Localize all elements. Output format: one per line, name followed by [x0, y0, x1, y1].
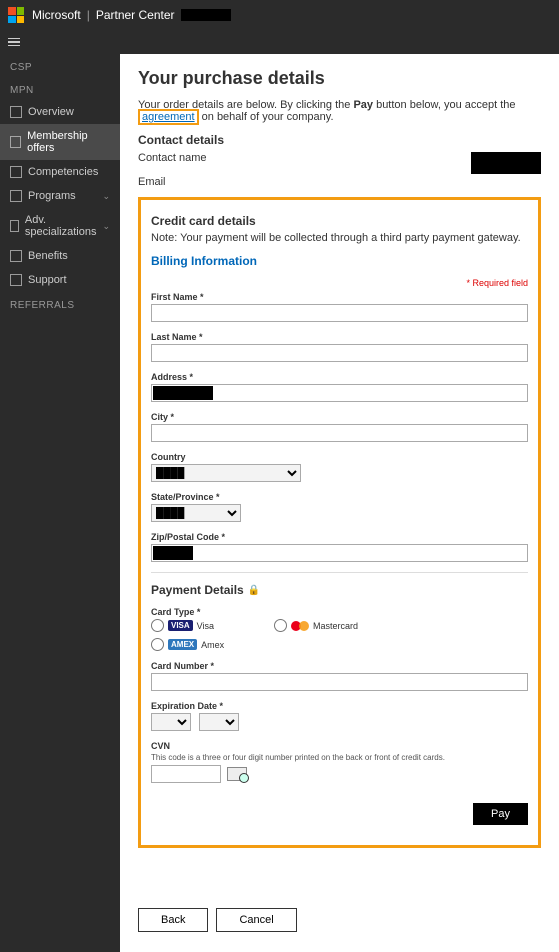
- sidebar-item-advspec[interactable]: Adv. specializations ⌄: [0, 208, 120, 244]
- first-name-label: First Name *: [151, 292, 528, 302]
- advspec-icon: [10, 220, 19, 232]
- cancel-button[interactable]: Cancel: [216, 908, 296, 932]
- card-number-label: Card Number *: [151, 661, 528, 671]
- hamburger-icon[interactable]: [8, 38, 20, 47]
- last-name-input[interactable]: [151, 344, 528, 362]
- sidebar-item-label: Support: [28, 274, 67, 286]
- city-input[interactable]: [151, 424, 528, 442]
- cc-note: Note: Your payment will be collected thr…: [151, 232, 528, 244]
- sidebar-item-label: Overview: [28, 106, 74, 118]
- sidebar-item-overview[interactable]: Overview: [0, 100, 120, 124]
- pay-button[interactable]: Pay: [473, 803, 528, 825]
- sidebar-section-referrals: REFERRALS: [0, 292, 120, 315]
- card-back-icon: [227, 767, 247, 781]
- pay-word: Pay: [353, 99, 373, 111]
- sidebar-item-competencies[interactable]: Competencies: [0, 160, 120, 184]
- contact-name-label: Contact name: [138, 152, 206, 174]
- contact-heading: Contact details: [138, 133, 541, 147]
- mastercard-radio[interactable]: [274, 619, 287, 632]
- required-note: * Required field: [151, 278, 528, 288]
- brand-label: Microsoft: [32, 8, 81, 22]
- zip-label: Zip/Postal Code *: [151, 532, 528, 542]
- amex-radio[interactable]: [151, 638, 164, 651]
- redacted-user: [181, 9, 231, 21]
- sidebar-section-mpn: MPN: [0, 77, 120, 100]
- first-name-input[interactable]: [151, 304, 528, 322]
- redacted-contact: [471, 152, 541, 174]
- country-select[interactable]: ████: [151, 464, 301, 482]
- payment-heading: Payment Details 🔒: [151, 583, 528, 597]
- card-type-label: Card Type *: [151, 607, 528, 617]
- credit-card-panel: Credit card details Note: Your payment w…: [138, 197, 541, 848]
- card-option-amex[interactable]: AMEX Amex: [151, 638, 224, 651]
- overview-icon: [10, 106, 22, 118]
- contact-email-row: Email: [138, 175, 541, 189]
- sidebar-item-membership[interactable]: Membership offers: [0, 124, 120, 160]
- redacted-address: [153, 386, 213, 400]
- zip-input[interactable]: [151, 544, 528, 562]
- microsoft-logo-icon: [8, 7, 24, 23]
- sidebar-item-label: Benefits: [28, 250, 68, 262]
- visa-icon: VISA: [168, 620, 193, 631]
- mastercard-icon: [291, 620, 309, 632]
- benefits-icon: [10, 250, 22, 262]
- state-label: State/Province *: [151, 492, 528, 502]
- sidebar-item-label: Programs: [28, 190, 76, 202]
- cvn-description: This code is a three or four digit numbe…: [151, 753, 528, 762]
- sidebar-item-label: Adv. specializations: [25, 214, 97, 238]
- contact-name-row: Contact name: [138, 151, 541, 175]
- sidebar-item-label: Competencies: [28, 166, 98, 178]
- menu-bar: [0, 30, 559, 54]
- amex-icon: AMEX: [168, 639, 197, 650]
- expiration-label: Expiration Date *: [151, 701, 528, 711]
- card-number-input[interactable]: [151, 673, 528, 691]
- card-option-visa[interactable]: VISA Visa: [151, 619, 214, 632]
- sidebar-section-csp: CSP: [0, 54, 120, 77]
- cc-heading: Credit card details: [151, 214, 528, 228]
- divider: |: [87, 8, 90, 22]
- last-name-label: Last Name *: [151, 332, 528, 342]
- programs-icon: [10, 190, 22, 202]
- exp-year-select[interactable]: [199, 713, 239, 731]
- exp-month-select[interactable]: [151, 713, 191, 731]
- lock-icon: 🔒: [248, 585, 260, 596]
- country-label: Country: [151, 452, 528, 462]
- main-content: Your purchase details Your order details…: [120, 54, 559, 952]
- support-icon: [10, 274, 22, 286]
- competencies-icon: [10, 166, 22, 178]
- chevron-down-icon: ⌄: [102, 191, 110, 202]
- intro-text: Your order details are below. By clickin…: [138, 99, 541, 123]
- page-title: Your purchase details: [138, 68, 541, 89]
- sidebar-item-support[interactable]: Support: [0, 268, 120, 292]
- address-input[interactable]: [151, 384, 528, 402]
- cvn-label: CVN: [151, 741, 528, 751]
- visa-radio[interactable]: [151, 619, 164, 632]
- membership-icon: [10, 136, 21, 148]
- agreement-link[interactable]: agreement: [138, 109, 199, 125]
- contact-email-label: Email: [138, 176, 166, 188]
- sidebar: CSP MPN Overview Membership offers Compe…: [0, 54, 120, 952]
- state-select[interactable]: ████: [151, 504, 241, 522]
- card-option-mastercard[interactable]: Mastercard: [274, 619, 358, 632]
- back-button[interactable]: Back: [138, 908, 208, 932]
- address-label: Address *: [151, 372, 528, 382]
- billing-heading: Billing Information: [151, 254, 528, 268]
- redacted-zip: [153, 546, 193, 560]
- sidebar-item-programs[interactable]: Programs ⌄: [0, 184, 120, 208]
- city-label: City *: [151, 412, 528, 422]
- top-bar: Microsoft | Partner Center: [0, 0, 559, 30]
- cvn-input[interactable]: [151, 765, 221, 783]
- sidebar-item-label: Membership offers: [27, 130, 110, 154]
- sidebar-item-benefits[interactable]: Benefits: [0, 244, 120, 268]
- footer-buttons: Back Cancel: [138, 908, 541, 932]
- chevron-down-icon: ⌄: [102, 221, 110, 232]
- product-label: Partner Center: [96, 8, 175, 22]
- divider: [151, 572, 528, 573]
